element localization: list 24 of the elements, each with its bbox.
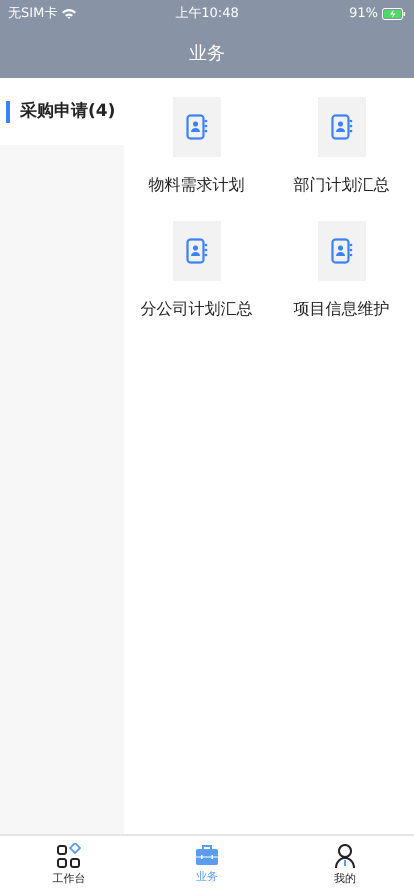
menu-icon-tile[interactable] [318, 221, 366, 281]
time-text: 上午10:48 [175, 5, 239, 24]
contact-book-icon [186, 238, 208, 264]
menu-icon-tile[interactable] [318, 97, 366, 157]
briefcase-icon [195, 843, 219, 867]
wifi-icon [61, 8, 78, 20]
grid-icon [57, 843, 81, 869]
tab-bar-item[interactable]: 我的 [276, 836, 414, 896]
battery-text: 91% [349, 5, 378, 24]
menu-label[interactable]: 部门计划汇总 [294, 173, 390, 197]
battery-icon [382, 8, 406, 20]
menu-icon-tile[interactable] [172, 221, 220, 281]
contact-book-icon [330, 114, 352, 140]
menu-label[interactable]: 项目信息维护 [294, 297, 390, 321]
menu-label[interactable]: 物料需求计划 [148, 173, 244, 197]
contact-book-icon [186, 114, 208, 140]
page-title: 业务 [189, 42, 225, 66]
sidebar-item[interactable]: 采购申请(4) [0, 78, 124, 145]
contact-book-icon [330, 238, 352, 264]
carrier-text: 无SIM卡 [8, 5, 58, 24]
menu-label[interactable]: 分公司计划汇总 [140, 297, 252, 321]
person-icon [334, 843, 356, 869]
menu-icon-tile[interactable] [172, 97, 220, 157]
tab-bar-item[interactable]: 工作台 [0, 836, 138, 896]
